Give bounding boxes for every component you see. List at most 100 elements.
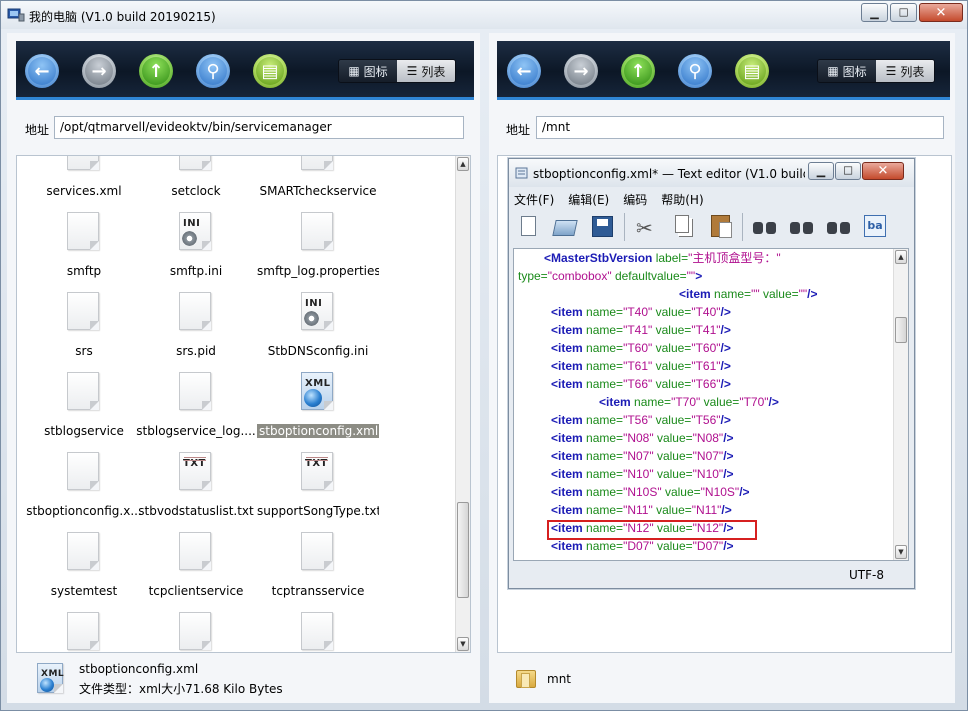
left-address-field[interactable]: /opt/qtmarvell/evideoktv/bin/servicemana…	[54, 116, 464, 139]
list-view-label: 列表	[421, 64, 446, 79]
list-icon: ☰	[406, 64, 418, 78]
encoding-label: UTF-8	[849, 568, 884, 582]
left-file-grid: tcptransservice tcpclientservice systemtes…	[16, 155, 471, 653]
file-item[interactable]: srs	[23, 288, 145, 368]
file-icon	[301, 532, 333, 570]
maximize-button[interactable]: ☐	[890, 3, 917, 22]
right-list-view-button[interactable]: ☰ 列表	[876, 60, 934, 82]
text-editor-icon	[515, 167, 528, 179]
file-item[interactable]: TXT supportSongType.txt	[257, 448, 379, 528]
right-forward-button[interactable]: →	[564, 54, 598, 88]
file-icon	[301, 156, 333, 170]
icon-view-label: 图标	[363, 64, 388, 79]
editor-maximize-button[interactable]: ☐	[835, 162, 861, 180]
left-up-button[interactable]: ↑	[139, 54, 173, 88]
file-item[interactable]	[135, 608, 257, 652]
file-item[interactable]: setclock	[135, 156, 257, 208]
folder-icon	[516, 668, 536, 688]
left-open-folder-button[interactable]: ▤	[253, 54, 287, 88]
search-icon: ⚲	[199, 57, 227, 85]
open-file-button[interactable]	[550, 212, 580, 242]
right-icon-view-button[interactable]: ▦ 图标	[818, 60, 876, 82]
minimize-icon: ▁	[816, 164, 826, 178]
save-file-button[interactable]	[587, 212, 617, 242]
scroll-thumb[interactable]	[457, 502, 469, 598]
file-item[interactable]	[23, 608, 145, 652]
arrow-up-icon: ↑	[142, 57, 170, 85]
find-next-button[interactable]	[786, 212, 816, 242]
close-icon: ✕	[935, 5, 947, 20]
editor-scrollbar[interactable]: ▲ ▼	[893, 249, 908, 560]
arrow-up-icon: ↑	[624, 57, 652, 85]
minimize-button[interactable]: ▁	[861, 3, 888, 22]
code-line: <item name="T40" value="T40"/>	[551, 305, 731, 319]
arrow-right-icon: →	[85, 57, 113, 85]
right-view-toggle: ▦ 图标 ☰ 列表	[817, 59, 935, 83]
copy-button[interactable]	[668, 212, 698, 242]
file-item[interactable]: smftp_log.properties	[257, 208, 379, 288]
left-search-button[interactable]: ⚲	[196, 54, 230, 88]
left-forward-button[interactable]: →	[82, 54, 116, 88]
scroll-thumb[interactable]	[895, 317, 907, 343]
find-button[interactable]	[749, 212, 779, 242]
menu-file[interactable]: 文件(F)	[513, 189, 555, 209]
file-item[interactable]: stblogservice_log....	[135, 368, 257, 448]
cut-button[interactable]: ✂	[631, 212, 661, 242]
scissors-icon: ✂	[636, 216, 653, 240]
toolbar-separator	[624, 213, 625, 241]
file-item[interactable]: stboptionconfig.x...	[23, 448, 145, 528]
left-icon-view-button[interactable]: ▦ 图标	[339, 60, 397, 82]
file-item[interactable]	[257, 608, 379, 652]
file-item[interactable]: systemtest	[23, 528, 145, 608]
file-icon	[179, 372, 211, 410]
paste-button[interactable]	[705, 212, 735, 242]
right-back-button[interactable]: ←	[507, 54, 541, 88]
editor-text-area[interactable]: <MasterStbVersion label="主机顶盒型号：" type="…	[513, 248, 909, 561]
scroll-down-arrow[interactable]: ▼	[895, 545, 907, 559]
menu-encoding[interactable]: 编码	[622, 189, 648, 209]
close-button[interactable]: ✕	[919, 3, 963, 22]
left-list-view-button[interactable]: ☰ 列表	[397, 60, 455, 82]
left-scrollbar[interactable]: ▲ ▼	[455, 156, 470, 652]
find-prev-button[interactable]	[823, 212, 853, 242]
code-line: <item name="T60" value="T60"/>	[551, 341, 731, 355]
file-item[interactable]: TXT stbvodstatuslist.txt	[135, 448, 257, 528]
arrow-left-icon: ←	[28, 57, 56, 85]
file-item[interactable]: services.xml	[23, 156, 145, 208]
file-item[interactable]: SMARTcheckservice	[257, 156, 379, 208]
save-icon	[592, 216, 613, 237]
scroll-up-arrow[interactable]: ▲	[895, 250, 907, 264]
txt-file-icon: TXT	[301, 452, 333, 490]
left-back-button[interactable]: ←	[25, 54, 59, 88]
file-icon	[67, 372, 99, 410]
file-item[interactable]: srs.pid	[135, 288, 257, 368]
scroll-up-arrow[interactable]: ▲	[457, 157, 469, 171]
editor-close-button[interactable]: ✕	[862, 162, 904, 180]
editor-window-controls: ▁ ☐ ✕	[807, 162, 904, 180]
right-address-field[interactable]: /mnt	[536, 116, 944, 139]
file-item[interactable]: INI StbDNSconfig.ini	[257, 288, 379, 368]
file-item[interactable]: INI smftp.ini	[135, 208, 257, 288]
scroll-down-arrow[interactable]: ▼	[457, 637, 469, 651]
file-name-label: tcpclientservice	[148, 584, 244, 598]
file-name-label: stbvodstatuslist.txt	[138, 504, 254, 518]
file-item[interactable]: tcptransservice	[257, 528, 379, 608]
replace-button[interactable]: ba	[860, 212, 890, 242]
file-name-label: supportSongType.txt	[257, 504, 379, 518]
right-address-label: 地址	[506, 123, 531, 137]
copy-icon	[675, 215, 689, 233]
file-item[interactable]: XML stboptionconfig.xml	[257, 368, 379, 448]
right-up-button[interactable]: ↑	[621, 54, 655, 88]
left-pane: ← → ↑ ⚲ ▤ ▦ 图标 ☰ 列表 地址 /opt/qtmarvell/evid…	[7, 33, 480, 703]
file-item[interactable]: smftp	[23, 208, 145, 288]
file-item[interactable]: stblogservice	[23, 368, 145, 448]
editor-minimize-button[interactable]: ▁	[808, 162, 834, 180]
menu-edit[interactable]: 编辑(E)	[567, 189, 610, 209]
new-file-button[interactable]	[513, 212, 543, 242]
right-search-button[interactable]: ⚲	[678, 54, 712, 88]
right-open-folder-button[interactable]: ▤	[735, 54, 769, 88]
file-name-label: smftp_log.properties	[257, 264, 379, 278]
file-item[interactable]: tcpclientservice	[135, 528, 257, 608]
menu-help[interactable]: 帮助(H)	[660, 189, 704, 209]
left-toolbar: ← → ↑ ⚲ ▤ ▦ 图标 ☰ 列表	[16, 41, 474, 100]
